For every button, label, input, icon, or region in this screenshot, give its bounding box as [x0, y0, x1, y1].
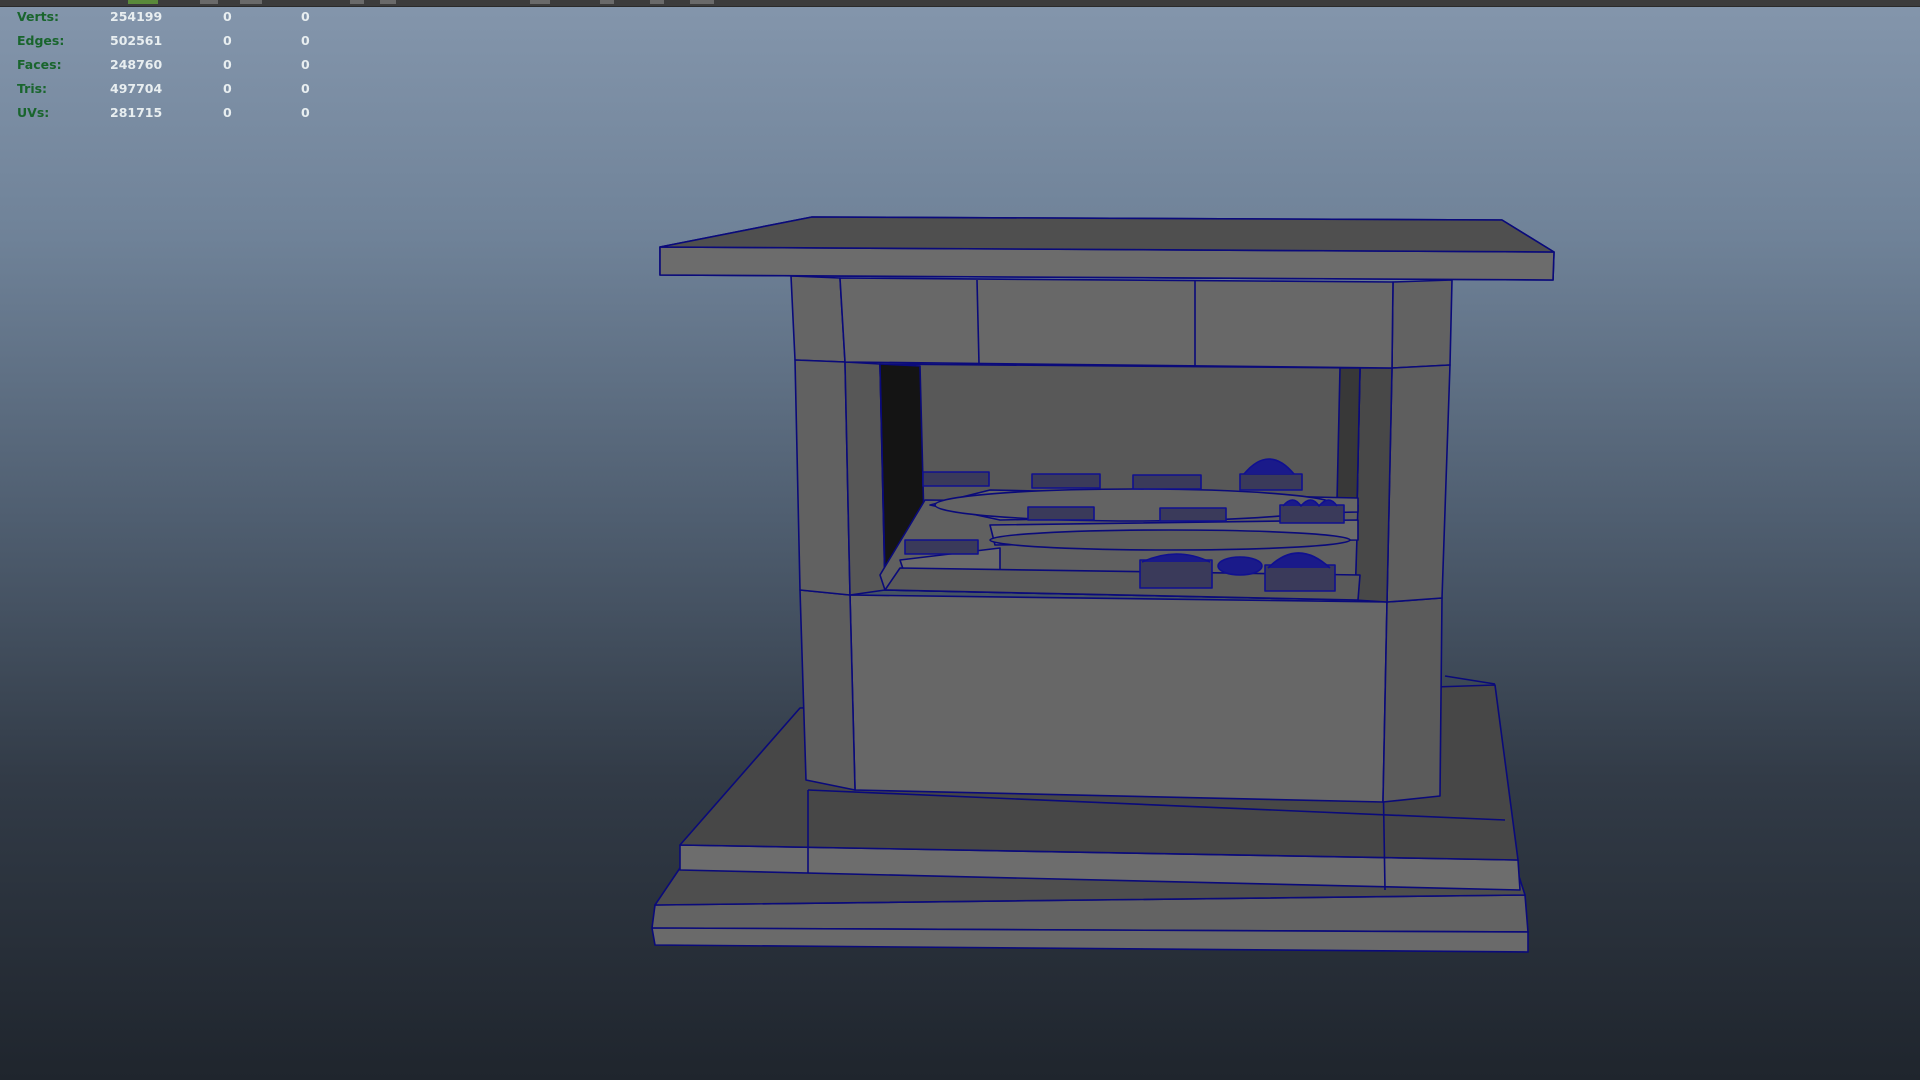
- kiosk-model[interactable]: [0, 0, 1920, 1080]
- lower-cabinet[interactable]: [799, 589, 1443, 803]
- header-band[interactable]: [839, 277, 1394, 369]
- 3d-viewport[interactable]: Verts: 254199 0 0 Edges: 502561 0 0 Face…: [0, 0, 1920, 1080]
- roof[interactable]: [659, 216, 1555, 281]
